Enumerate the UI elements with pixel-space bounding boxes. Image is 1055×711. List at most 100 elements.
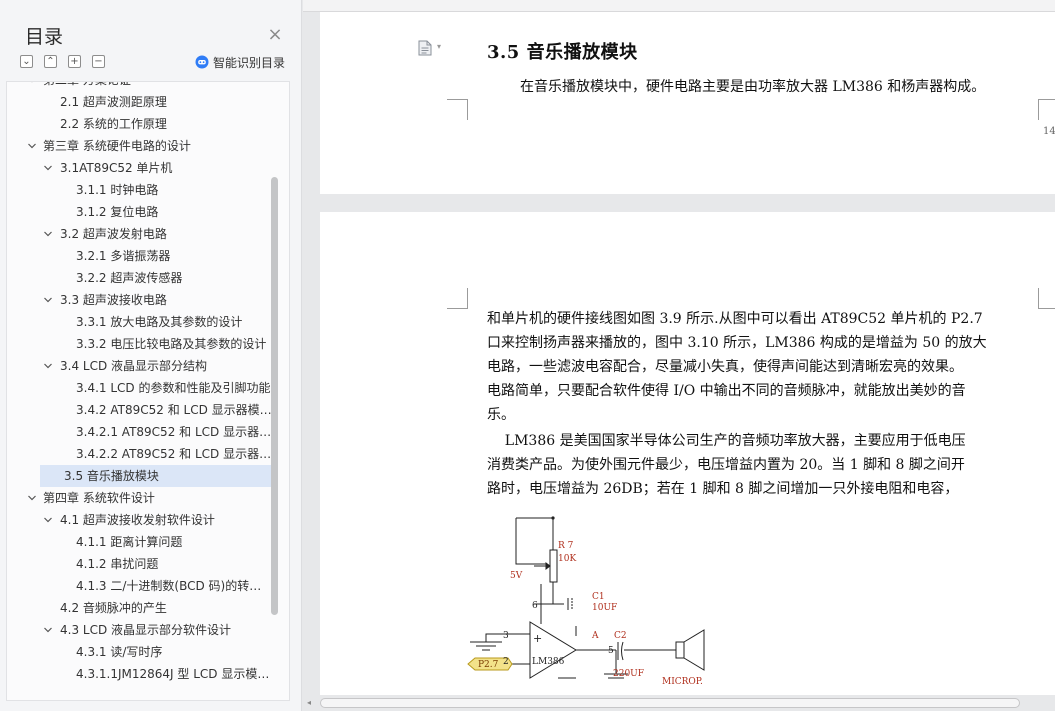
margin-corner-mark <box>1038 99 1055 120</box>
toc-item[interactable]: 3.4.1 LCD 的参数和性能及引脚功能 <box>7 377 277 399</box>
toc-item-label: 3.4.2.2 AT89C52 和 LCD 显示器的连接 <box>76 447 273 461</box>
toc-item-label: 3.1AT89C52 单片机 <box>60 161 173 175</box>
minus-icon: − <box>94 56 103 67</box>
c1-value-label: 10UF <box>592 603 617 613</box>
toc-item[interactable]: 3.2.2 超声波传感器 <box>7 267 277 289</box>
chevron-down-icon[interactable] <box>43 625 53 635</box>
toc-item-label: 3.4.2 AT89C52 和 LCD 显示器模块的连接 <box>76 403 273 417</box>
toc-item[interactable]: 4.1.2 串扰问题 <box>7 553 277 575</box>
toc-item-label: 3.4.2.1 AT89C52 和 LCD 显示器的连接 <box>76 425 273 439</box>
c2-value-label: 220UF <box>613 669 644 679</box>
toc-item[interactable]: 3.4.2.1 AT89C52 和 LCD 显示器的连接 <box>7 421 277 443</box>
toc-item-label: 4.1.2 串扰问题 <box>76 557 159 571</box>
toc-item[interactable]: 3.2 超声波发射电路 <box>7 223 277 245</box>
toc-item-label: 3.2 超声波发射电路 <box>60 227 167 241</box>
toc-item[interactable]: 3.3 超声波接收电路 <box>7 289 277 311</box>
toc-item[interactable]: 3.1.1 时钟电路 <box>7 179 277 201</box>
chevron-down-icon[interactable] <box>43 229 53 239</box>
toc-item[interactable]: 3.1.2 复位电路 <box>7 201 277 223</box>
toc-item[interactable]: 3.4.2 AT89C52 和 LCD 显示器模块的连接 <box>7 399 277 421</box>
toc-item[interactable]: 2.1 超声波测距原理 <box>7 91 277 113</box>
toc-item-label: 3.3.2 电压比较电路及其参数的设计 <box>76 337 267 351</box>
toc-item[interactable]: 3.4.2.2 AT89C52 和 LCD 显示器的连接 <box>7 443 277 465</box>
toc-item-label: 3.1.1 时钟电路 <box>76 183 159 197</box>
toc-item[interactable]: 第二章 方案论证 <box>7 82 277 91</box>
page-number: 14 <box>1043 126 1055 137</box>
smart-toc-button[interactable]: 智能识别目录 <box>195 54 285 70</box>
pin-5-label: 5 <box>608 646 614 656</box>
chevron-down-icon[interactable] <box>27 82 37 85</box>
toc-list: 第二章 方案论证 2.1 超声波测距原理 2.2 系统的工作原理第三章 系统硬件电路… <box>7 82 277 685</box>
dropdown-arrow-icon[interactable]: ▾ <box>437 42 441 51</box>
horizontal-scrollbar[interactable]: ◂ <box>303 695 1055 711</box>
toc-item[interactable]: 3.3.1 放大电路及其参数的设计 <box>7 311 277 333</box>
paragraph-line: 电路简单，只要配合软件使得 I/O 中输出不同的音频脉冲，就能放出美妙的音 <box>487 383 966 399</box>
toc-item[interactable]: 4.3 LCD 液晶显示部分软件设计 <box>7 619 277 641</box>
lm386-chip-label: LM386 <box>532 657 565 667</box>
toc-item[interactable]: 4.3.1.1JM12864J 型 LCD 显示模块的读写时序 <box>7 663 277 685</box>
chevron-down-icon[interactable] <box>43 163 53 173</box>
scroll-left-icon[interactable]: ◂ <box>307 698 311 707</box>
r7-value-label: 10K <box>558 554 576 564</box>
toc-item-label: 第二章 方案论证 <box>43 82 273 91</box>
toc-item[interactable]: 4.1.1 距离计算问题 <box>7 531 277 553</box>
toc-item[interactable]: 3.5 音乐播放模块 <box>40 465 277 487</box>
vcc-label: 5V <box>510 571 523 581</box>
toc-scrollbar[interactable] <box>271 177 278 615</box>
collapse-all-button[interactable]: ⌄ <box>20 55 33 68</box>
paragraph-line: 口来控制扬声器来播放的，图中 3.10 所示，LM386 构成的是增益为 50 … <box>487 335 987 351</box>
toc-item[interactable]: 第三章 系统硬件电路的设计 <box>7 135 277 157</box>
chevron-down-icon[interactable] <box>27 141 37 151</box>
pin-2-label: 2 <box>503 657 509 667</box>
toc-item-label: 2.1 超声波测距原理 <box>60 95 167 109</box>
paragraph-line: 和单片机的硬件接线图如图 3.9 所示.从图中可以看出 AT89C52 单片机的… <box>487 311 983 327</box>
toc-item-label: 3.3.1 放大电路及其参数的设计 <box>76 315 243 329</box>
toc-item-label: 3.2.1 多谐振荡器 <box>76 249 171 263</box>
toc-item-label: 3.2.2 超声波传感器 <box>76 271 183 285</box>
toc-item-label: 4.1.1 距离计算问题 <box>76 535 183 549</box>
toc-item[interactable]: 第四章 系统软件设计 <box>7 487 277 509</box>
toc-item-label: 3.5 音乐播放模块 <box>64 469 159 483</box>
chevron-down-icon[interactable] <box>43 361 53 371</box>
document-icon[interactable] <box>418 40 432 56</box>
toc-item-label: 3.4 LCD 液晶显示部分结构 <box>60 359 208 373</box>
chevron-down-icon[interactable] <box>27 493 37 503</box>
horizontal-scroll-thumb[interactable] <box>320 698 1020 708</box>
toc-item-label: 2.2 系统的工作原理 <box>60 117 167 131</box>
margin-corner-mark <box>1038 288 1055 309</box>
r7-label: R 7 <box>558 541 574 551</box>
toc-item-label: 第三章 系统硬件电路的设计 <box>43 139 191 153</box>
page-bottom-edge <box>303 0 1055 12</box>
toc-item[interactable]: 4.2 音频脉冲的产生 <box>7 597 277 619</box>
expand-up-button[interactable]: ⌃ <box>44 55 57 68</box>
remove-heading-button[interactable]: − <box>92 55 105 68</box>
toc-item-label: 4.3 LCD 液晶显示部分软件设计 <box>60 623 232 637</box>
toc-item-label: 3.4.1 LCD 的参数和性能及引脚功能 <box>76 381 271 395</box>
toc-item[interactable]: 3.2.1 多谐振荡器 <box>7 245 277 267</box>
plus-sign-label: + <box>533 632 542 645</box>
toc-item[interactable]: 4.1 超声波接收发射软件设计 <box>7 509 277 531</box>
chevron-down-icon[interactable] <box>43 515 53 525</box>
toc-item-label: 3.1.2 复位电路 <box>76 205 159 219</box>
paragraph-line: 消费类产品。为使外围元件最少，电压增益内置为 20。当 1 脚和 8 脚之间开 <box>487 457 965 473</box>
toc-item[interactable]: 4.3.1 读/写时序 <box>7 641 277 663</box>
add-heading-button[interactable]: + <box>68 55 81 68</box>
toc-item[interactable]: 4.1.3 二/十进制数(BCD 码)的转换问题 <box>7 575 277 597</box>
chevron-down-icon[interactable] <box>43 295 53 305</box>
c2-label: C2 <box>614 631 627 641</box>
toc-item[interactable]: 2.2 系统的工作原理 <box>7 113 277 135</box>
toc-item[interactable]: 3.4 LCD 液晶显示部分结构 <box>7 355 277 377</box>
margin-corner-mark <box>447 288 468 309</box>
toc-item-label: 4.1 超声波接收发射软件设计 <box>60 513 215 527</box>
section-heading: 3.5 音乐播放模块 <box>487 42 638 63</box>
toc-item[interactable]: 3.3.2 电压比较电路及其参数的设计 <box>7 333 277 355</box>
toc-item-label: 4.1.3 二/十进制数(BCD 码)的转换问题 <box>76 579 273 593</box>
speaker-label: MICROP. <box>662 677 703 687</box>
toc-item-label: 4.2 音频脉冲的产生 <box>60 601 167 615</box>
node-a-label: A <box>591 631 599 641</box>
toc-item-label: 3.3 超声波接收电路 <box>60 293 167 307</box>
toc-item[interactable]: 3.1AT89C52 单片机 <box>7 157 277 179</box>
close-sidebar-button[interactable]: × <box>266 26 284 44</box>
plus-icon: + <box>70 56 79 67</box>
toc-item-label: 4.3.1 读/写时序 <box>76 645 163 659</box>
